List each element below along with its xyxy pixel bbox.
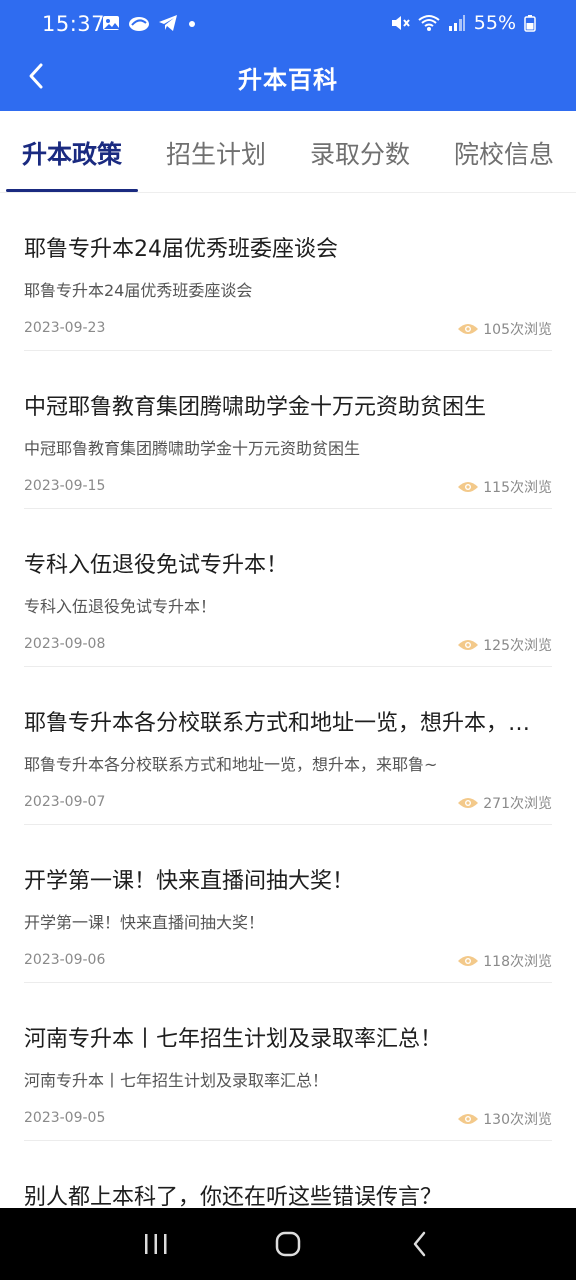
article-title: 别人都上本科了，你还在听这些错误传言？ bbox=[24, 1185, 443, 1210]
article-title: 专科入伍退役免试专升本！ bbox=[24, 553, 289, 578]
battery-percent: 55% bbox=[473, 12, 516, 34]
article-views: 105次浏览 bbox=[457, 319, 552, 339]
views-count: 105次浏览 bbox=[483, 322, 552, 338]
gallery-icon bbox=[102, 14, 120, 32]
eye-icon bbox=[457, 1112, 479, 1126]
article-summary: 专科入伍退役免试专升本！ bbox=[24, 597, 217, 616]
eye-icon bbox=[457, 796, 479, 810]
eye-icon bbox=[457, 954, 479, 968]
cloud-icon bbox=[128, 14, 150, 32]
article-summary: 河南专升本丨七年招生计划及录取率汇总！ bbox=[24, 1071, 329, 1090]
battery-icon bbox=[524, 14, 536, 32]
article-views: 115次浏览 bbox=[457, 477, 552, 497]
views-count: 271次浏览 bbox=[483, 796, 552, 812]
article-date: 2023-09-05 bbox=[24, 1110, 106, 1126]
status-bar: 15:37 55% bbox=[0, 0, 576, 48]
page-title: 升本百科 bbox=[238, 66, 338, 94]
signal-icon bbox=[448, 14, 466, 32]
list-item[interactable]: 开学第一课！快来直播间抽大奖！ 开学第一课！快来直播间抽大奖！ 2023-09-… bbox=[24, 825, 552, 983]
recents-icon bbox=[143, 1232, 169, 1256]
home-button[interactable] bbox=[263, 1219, 313, 1269]
article-views: 271次浏览 bbox=[457, 793, 552, 813]
mute-icon bbox=[390, 14, 410, 32]
status-time: 15:37 bbox=[42, 12, 106, 36]
views-count: 125次浏览 bbox=[483, 638, 552, 654]
back-icon bbox=[410, 1230, 430, 1258]
article-date: 2023-09-15 bbox=[24, 478, 106, 494]
article-summary: 耶鲁专升本各分校联系方式和地址一览，想升本，来耶鲁~ bbox=[24, 755, 438, 774]
article-title: 河南专升本丨七年招生计划及录取率汇总！ bbox=[24, 1027, 443, 1052]
list-item[interactable]: 河南专升本丨七年招生计划及录取率汇总！ 河南专升本丨七年招生计划及录取率汇总！ … bbox=[24, 983, 552, 1141]
article-views: 130次浏览 bbox=[457, 1109, 552, 1129]
dot-icon bbox=[186, 14, 198, 32]
article-title: 开学第一课！快来直播间抽大奖！ bbox=[24, 869, 355, 894]
app-header: 15:37 55% 升本百科 bbox=[0, 0, 576, 111]
article-date: 2023-09-08 bbox=[24, 636, 106, 652]
system-nav-bar bbox=[0, 1208, 576, 1280]
back-nav-button[interactable] bbox=[395, 1219, 445, 1269]
eye-icon bbox=[457, 322, 479, 336]
views-count: 118次浏览 bbox=[483, 954, 552, 970]
recents-button[interactable] bbox=[131, 1219, 181, 1269]
tab-enrollment-plan[interactable]: 招生计划 bbox=[166, 135, 266, 171]
list-item[interactable]: 专科入伍退役免试专升本！ 专科入伍退役免试专升本！ 2023-09-08 125… bbox=[24, 509, 552, 667]
list-item[interactable]: 中冠耶鲁教育集团腾啸助学金十万元资助贫困生 中冠耶鲁教育集团腾啸助学金十万元资助… bbox=[24, 351, 552, 509]
wifi-icon bbox=[418, 14, 440, 32]
telegram-icon bbox=[158, 14, 178, 32]
views-count: 130次浏览 bbox=[483, 1112, 552, 1128]
article-views: 118次浏览 bbox=[457, 951, 552, 971]
article-summary: 耶鲁专升本24届优秀班委座谈会 bbox=[24, 281, 253, 300]
article-date: 2023-09-23 bbox=[24, 320, 106, 336]
views-count: 115次浏览 bbox=[483, 480, 552, 496]
home-icon bbox=[275, 1231, 301, 1257]
nav-bar: 升本百科 bbox=[0, 48, 576, 111]
article-summary: 中冠耶鲁教育集团腾啸助学金十万元资助贫困生 bbox=[24, 439, 361, 458]
active-tab-indicator bbox=[6, 189, 138, 192]
list-item[interactable]: 耶鲁专升本各分校联系方式和地址一览，想升本，来耶鲁~ 耶鲁专升本各分校联系方式和… bbox=[24, 667, 552, 825]
article-summary: 开学第一课！快来直播间抽大奖！ bbox=[24, 913, 265, 932]
article-title: 耶鲁专升本24届优秀班委座谈会 bbox=[24, 237, 338, 262]
article-views: 125次浏览 bbox=[457, 635, 552, 655]
tab-policy[interactable]: 升本政策 bbox=[22, 135, 122, 171]
tab-admission-scores[interactable]: 录取分数 bbox=[310, 135, 410, 171]
system-status-icons: 55% bbox=[390, 12, 536, 34]
tab-school-info[interactable]: 院校信息 bbox=[454, 135, 554, 171]
category-tabs: 升本政策 招生计划 录取分数 院校信息 bbox=[0, 111, 576, 193]
eye-icon bbox=[457, 638, 479, 652]
notification-icons bbox=[102, 14, 198, 32]
list-item[interactable]: 耶鲁专升本24届优秀班委座谈会 耶鲁专升本24届优秀班委座谈会 2023-09-… bbox=[24, 193, 552, 351]
article-title: 耶鲁专升本各分校联系方式和地址一览，想升本，来耶鲁~ bbox=[24, 711, 552, 736]
eye-icon bbox=[457, 480, 479, 494]
article-title: 中冠耶鲁教育集团腾啸助学金十万元资助贫困生 bbox=[24, 395, 487, 420]
article-list: 耶鲁专升本24届优秀班委座谈会 耶鲁专升本24届优秀班委座谈会 2023-09-… bbox=[0, 193, 576, 1280]
article-date: 2023-09-06 bbox=[24, 952, 106, 968]
article-date: 2023-09-07 bbox=[24, 794, 106, 810]
